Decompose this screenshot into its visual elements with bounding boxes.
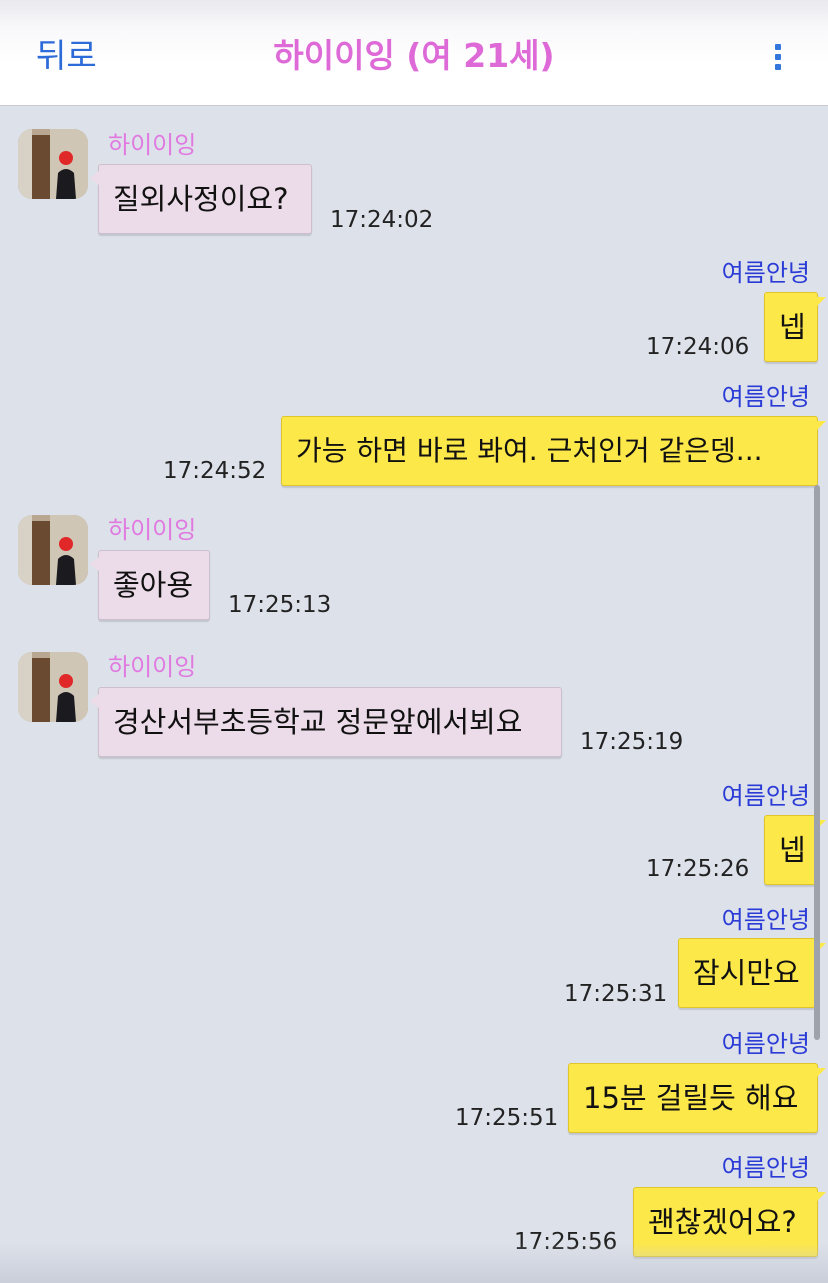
vertical-dots-icon[interactable]: [768, 44, 788, 70]
avatar[interactable]: [18, 515, 88, 585]
message-bubble[interactable]: 경산서부초등학교 정문앞에서뵈요: [90, 687, 562, 757]
message-time: 17:25:26: [646, 856, 750, 882]
avatar[interactable]: [18, 129, 88, 199]
sender-name: 하이이잉: [108, 131, 197, 159]
message-time: 17:25:31: [564, 981, 668, 1007]
message-time: 17:25:51: [455, 1105, 559, 1131]
message-bubble[interactable]: 질외사정이요?: [90, 164, 312, 234]
scrollbar[interactable]: [814, 485, 820, 1040]
message-time: 17:24:06: [646, 334, 750, 360]
sender-name: 여름안녕: [721, 383, 810, 411]
message-time: 17:24:52: [163, 458, 267, 484]
chat-title: 하이이잉 (여 21세): [273, 36, 555, 75]
sender-name: 여름안녕: [721, 1154, 810, 1182]
message-time: 17:25:13: [228, 592, 332, 618]
message-bubble[interactable]: 잠시만요: [678, 938, 826, 1008]
avatar[interactable]: [18, 652, 88, 722]
message-bubble[interactable]: 넵: [764, 292, 826, 362]
sender-name: 여름안녕: [721, 906, 810, 934]
sender-name: 여름안녕: [721, 1030, 810, 1058]
sender-name: 여름안녕: [721, 259, 810, 287]
sender-name: 하이이잉: [108, 516, 197, 544]
message-bubble[interactable]: 괜찮겠어요?: [633, 1187, 826, 1257]
message-bubble[interactable]: 15분 걸릴듯 해요: [568, 1063, 826, 1133]
chat-header: 뒤로 하이이잉 (여 21세): [0, 0, 828, 106]
message-time: 17:25:56: [514, 1229, 618, 1255]
message-time: 17:24:02: [330, 207, 434, 233]
message-time: 17:25:19: [580, 729, 684, 755]
message-bubble[interactable]: 넵: [764, 815, 826, 885]
message-bubble[interactable]: 좋아용: [90, 550, 210, 620]
sender-name: 여름안녕: [721, 782, 810, 810]
message-bubble[interactable]: 가능 하면 바로 봐여. 근처인거 같은뎅...: [281, 416, 826, 486]
sender-name: 하이이잉: [108, 653, 197, 681]
